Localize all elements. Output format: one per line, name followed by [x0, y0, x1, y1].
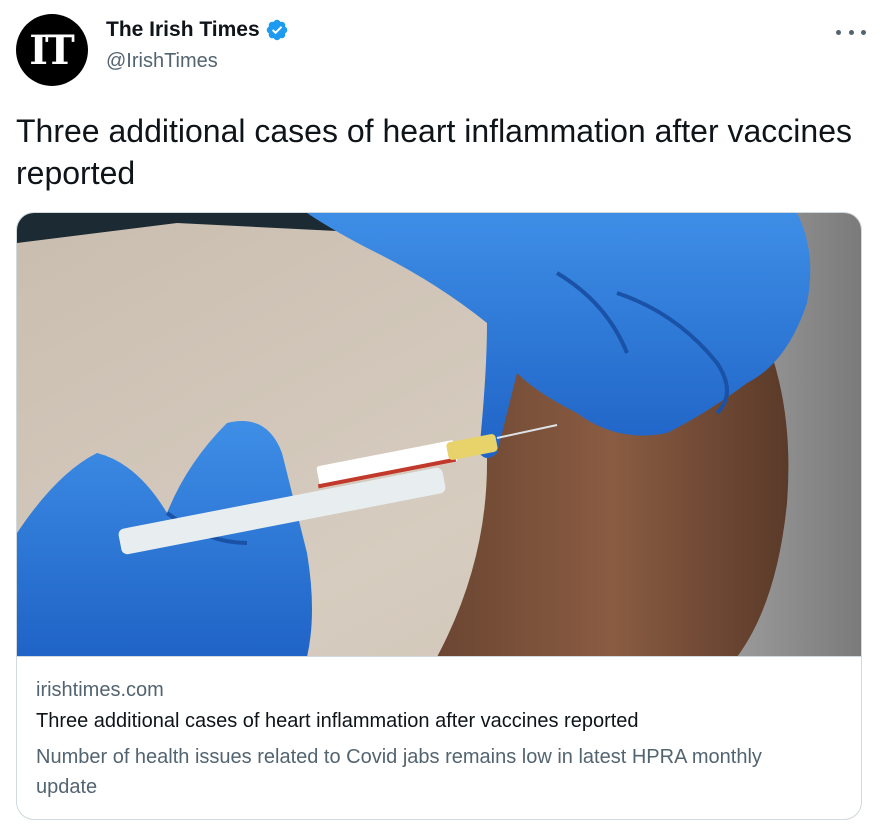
ellipsis-icon-dot: [861, 29, 866, 35]
card-description: Number of health issues related to Covid…: [36, 746, 762, 798]
author-name-row: The Irish Times: [106, 18, 289, 42]
display-name[interactable]: The Irish Times: [106, 18, 260, 42]
tweet-text: Three additional cases of heart inflamma…: [16, 113, 852, 191]
card-domain: irishtimes.com: [36, 679, 164, 701]
ellipsis-icon-dot: [836, 29, 841, 35]
avatar[interactable]: IT: [16, 14, 88, 86]
ellipsis-icon-dot: [848, 29, 854, 35]
card-divider: [17, 656, 861, 657]
more-options-button[interactable]: [836, 22, 866, 42]
verified-badge-icon: [266, 19, 287, 41]
card-title[interactable]: Three additional cases of heart inflamma…: [36, 710, 836, 733]
author-handle[interactable]: @IrishTimes: [106, 50, 218, 73]
card-image[interactable]: [17, 213, 862, 657]
link-card[interactable]: irishtimes.com Three additional cases of…: [16, 212, 862, 820]
avatar-logo-text: IT: [29, 26, 75, 74]
